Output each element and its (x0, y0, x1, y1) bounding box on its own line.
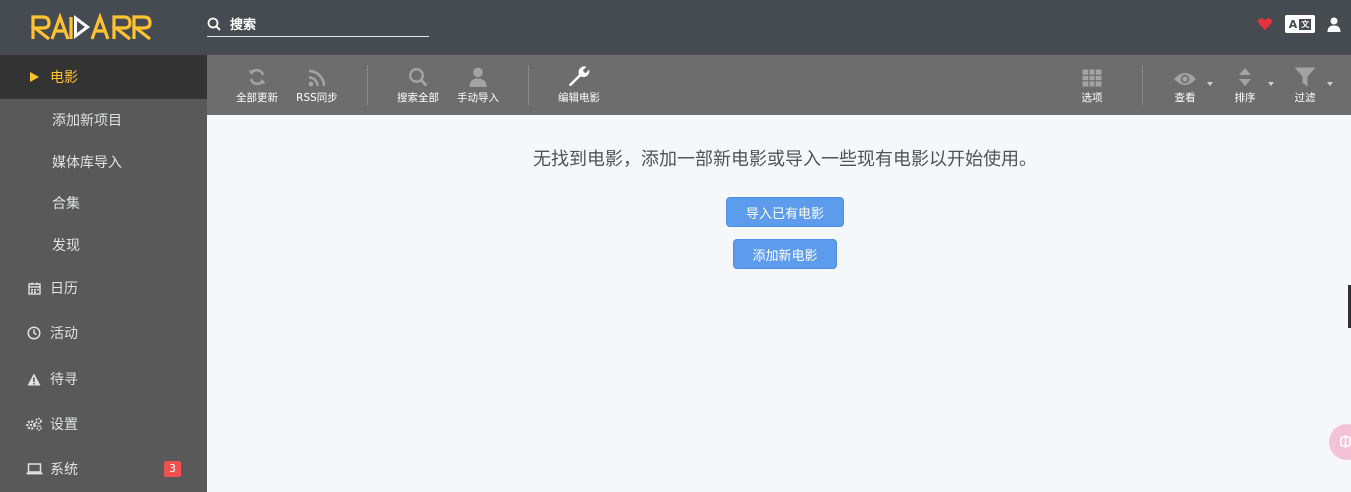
sidebar-subitem-label: 合集 (52, 196, 80, 212)
user-icon (469, 67, 487, 87)
sidebar-item-movies[interactable]: 电影 (0, 55, 207, 99)
sidebar-item-label: 电影 (50, 70, 78, 86)
search-icon (408, 67, 428, 87)
radarr-logo[interactable] (30, 12, 155, 42)
sidebar-subitem-discover[interactable]: 发现 (0, 224, 207, 266)
main-content: 无找到电影，添加一部新电影或导入一些现有电影以开始使用。 导入已有电影 添加新电… (207, 115, 1351, 492)
gears-icon (24, 417, 44, 431)
sidebar-item-wanted[interactable]: 待寻 (0, 356, 207, 402)
eye-icon (1174, 73, 1196, 85)
user-icon[interactable] (1327, 17, 1341, 32)
sidebar-item-activity[interactable]: 活动 (0, 310, 207, 356)
filter-icon (1294, 67, 1316, 87)
warning-icon (24, 373, 44, 386)
filter-button[interactable]: 过滤 (1281, 55, 1329, 115)
laptop-icon (24, 463, 44, 475)
toolbar-label: 选项 (1081, 92, 1103, 104)
toolbar-label: 搜索全部 (397, 92, 439, 104)
sidebar-subitem-label: 添加新项目 (52, 113, 122, 129)
view-button[interactable]: 查看 (1161, 55, 1209, 115)
search-input[interactable] (230, 14, 429, 36)
play-icon (24, 71, 44, 83)
sidebar-item-calendar[interactable]: 日历 (0, 266, 207, 310)
grid-icon (1082, 69, 1102, 87)
translate-icon[interactable]: A文 (1285, 15, 1315, 33)
refresh-icon (248, 68, 266, 86)
page-toolbar: 全部更新 RSS同步 搜索全部 手动导入 编辑电影 选项 查看 排序 过滤 (207, 55, 1351, 115)
manual-import-button[interactable]: 手动导入 (453, 55, 503, 115)
sidebar-subitem-collections[interactable]: 合集 (0, 182, 207, 224)
chevron-down-icon (1327, 82, 1333, 86)
toolbar-label: 排序 (1234, 92, 1256, 104)
sidebar-item-settings[interactable]: 设置 (0, 402, 207, 446)
clock-icon (24, 326, 44, 340)
toolbar-label: 过滤 (1294, 92, 1316, 104)
toolbar-divider (528, 65, 529, 105)
top-header: A文 (0, 0, 1351, 55)
toolbar-label: 手动导入 (457, 92, 499, 104)
rss-sync-button[interactable]: RSS同步 (292, 55, 342, 115)
toolbar-label: RSS同步 (296, 92, 338, 104)
sort-icon (1239, 68, 1251, 86)
toolbar-divider (1142, 65, 1143, 105)
import-existing-movies-button[interactable]: 导入已有电影 (726, 197, 844, 227)
chevron-down-icon (1207, 82, 1213, 86)
heart-icon[interactable] (1257, 17, 1273, 31)
toolbar-label: 编辑电影 (558, 92, 600, 104)
sidebar-item-label: 日历 (50, 281, 78, 297)
header-actions: A文 (1257, 15, 1341, 33)
calendar-icon (24, 282, 44, 295)
search-all-button[interactable]: 搜索全部 (393, 55, 443, 115)
sidebar-item-label: 待寻 (50, 372, 78, 388)
status-badge: 3 (164, 461, 181, 477)
empty-state-message: 无找到电影，添加一部新电影或导入一些现有电影以开始使用。 (533, 149, 1037, 170)
search-box (207, 14, 429, 37)
sidebar-item-label: 系统 (50, 462, 78, 478)
update-all-button[interactable]: 全部更新 (231, 55, 283, 115)
sort-button[interactable]: 排序 (1221, 55, 1269, 115)
chevron-down-icon (1268, 82, 1274, 86)
rss-icon (308, 69, 326, 87)
sidebar-subitem-label: 媒体库导入 (52, 154, 122, 171)
wrench-icon (569, 66, 590, 86)
sidebar-item-system[interactable]: 系统 3 (0, 446, 207, 492)
search-icon (207, 17, 221, 31)
sidebar: 电影 添加新项目 媒体库导入 合集 发现 日历 活动 待寻 设置 系统 3 (0, 55, 207, 492)
add-new-movie-button[interactable]: 添加新电影 (733, 239, 837, 269)
toolbar-divider (367, 65, 368, 105)
toolbar-label: 查看 (1174, 92, 1196, 104)
sidebar-item-label: 活动 (50, 326, 78, 342)
options-button[interactable]: 选项 (1068, 55, 1116, 115)
edit-movies-button[interactable]: 编辑电影 (554, 55, 604, 115)
sidebar-subitem-library-import[interactable]: 媒体库导入 (0, 141, 207, 182)
sidebar-subitem-label: 发现 (52, 238, 80, 254)
sidebar-item-label: 设置 (50, 417, 78, 433)
toolbar-label: 全部更新 (236, 92, 278, 104)
sidebar-subitem-add-new[interactable]: 添加新项目 (0, 99, 207, 141)
